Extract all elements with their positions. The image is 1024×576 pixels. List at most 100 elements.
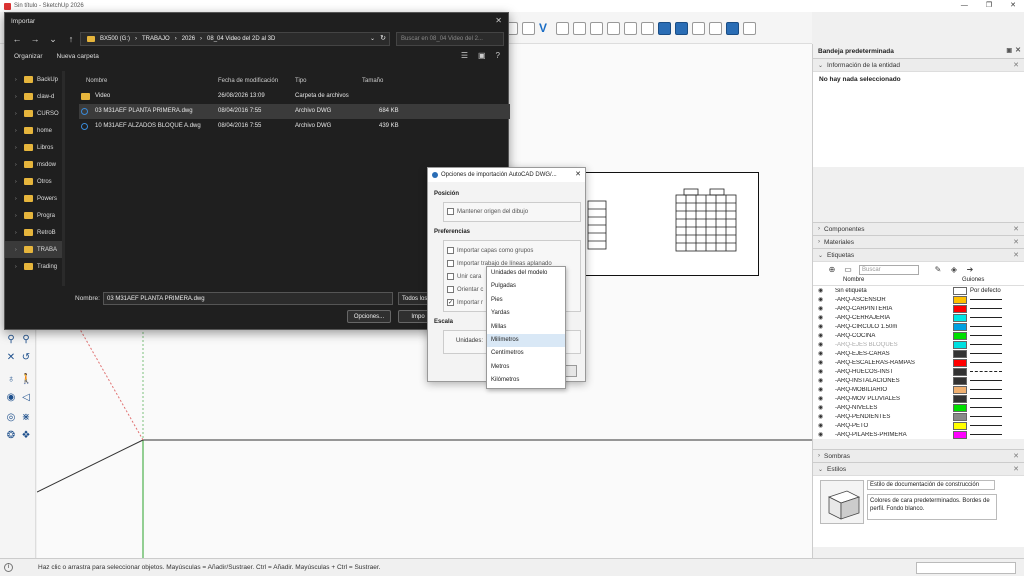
- add-folder-icon[interactable]: ▭: [843, 265, 853, 274]
- eye-icon[interactable]: ◉: [818, 287, 826, 294]
- imported-drawing[interactable]: [585, 172, 759, 276]
- organize-button[interactable]: Organizar: [14, 53, 43, 60]
- shaded-icon[interactable]: [726, 22, 739, 35]
- view-left-icon[interactable]: [675, 22, 688, 35]
- address-bar[interactable]: BX500 (G:) › TRABAJO › 2026 › 08_04 Vide…: [80, 32, 390, 46]
- tag-color-swatch[interactable]: [953, 304, 967, 313]
- eye-icon[interactable]: ◉: [818, 422, 826, 429]
- file-row[interactable]: 03 M31AEF PLANTA PRIMERA.dwg 08/04/2016 7…: [79, 104, 510, 119]
- eye-icon[interactable]: ◉: [818, 377, 826, 384]
- pin-icon[interactable]: ▣: [1006, 47, 1012, 54]
- zoom-icon[interactable]: ⚲: [5, 334, 17, 346]
- panel-components[interactable]: › Componentes ✕: [813, 222, 1024, 235]
- nav-item[interactable]: › home: [5, 122, 63, 139]
- crumb-3[interactable]: 08_04 Video del 2D al 3D: [207, 36, 275, 42]
- tag-row[interactable]: ◉ -ARQ-MOBILIARIO: [813, 385, 1024, 394]
- checkbox[interactable]: [447, 273, 454, 280]
- units-option[interactable]: Yardas: [487, 307, 565, 320]
- checkbox[interactable]: [447, 286, 454, 293]
- nav-item[interactable]: › Libros: [5, 139, 63, 156]
- eye-icon[interactable]: ◉: [818, 332, 826, 339]
- units-option[interactable]: Unidades del modelo: [487, 267, 565, 280]
- tag-row[interactable]: ◉ -ARQ-CIRCULO 1.50m: [813, 322, 1024, 331]
- tag-color-swatch[interactable]: [953, 403, 967, 412]
- eye-icon[interactable]: ◉: [818, 305, 826, 312]
- tag-dash-pattern[interactable]: [970, 407, 1002, 408]
- units-dropdown[interactable]: Unidades del modelo Pulgadas Pies Yardas Mil…: [486, 266, 566, 389]
- measurements-box[interactable]: [916, 562, 1016, 574]
- style-description[interactable]: Colores de cara predeterminados. Bordes …: [867, 494, 997, 520]
- eye-icon[interactable]: ◉: [818, 359, 826, 366]
- close-icon[interactable]: ✕: [495, 16, 502, 25]
- panel-close-icon[interactable]: ✕: [1013, 452, 1019, 460]
- style-name[interactable]: Estilo de documentación de construcción: [867, 480, 995, 490]
- tag-dash-pattern[interactable]: [970, 326, 1002, 327]
- chevron-right-icon[interactable]: ›: [15, 213, 20, 219]
- tag-row[interactable]: ◉ -ARQ-EJES-CARAS: [813, 349, 1024, 358]
- color-by-tag-icon[interactable]: ◈: [949, 265, 959, 274]
- chevron-right-icon[interactable]: ›: [15, 111, 20, 117]
- tag-color-swatch[interactable]: [953, 376, 967, 385]
- tag-dash-pattern[interactable]: [970, 380, 1002, 381]
- eye-icon[interactable]: ◉: [818, 413, 826, 420]
- zoom-extents-icon[interactable]: ✕: [5, 352, 17, 364]
- checkbox[interactable]: [447, 247, 454, 254]
- tag-row[interactable]: ◉ -ARQ-HUECOS-INST: [813, 367, 1024, 376]
- checkbox[interactable]: [447, 208, 454, 215]
- units-option[interactable]: Pies: [487, 294, 565, 307]
- panel-close-icon[interactable]: ✕: [1013, 465, 1019, 473]
- panel-close-icon[interactable]: ✕: [1013, 251, 1019, 259]
- col-modified[interactable]: Fecha de modificación: [218, 78, 278, 84]
- nav-item[interactable]: › Otros: [5, 173, 63, 190]
- chevron-right-icon[interactable]: ›: [15, 196, 20, 202]
- tag-color-swatch[interactable]: [953, 358, 967, 367]
- units-option[interactable]: Kilómetros: [487, 374, 565, 387]
- tag-color-swatch[interactable]: [953, 430, 967, 439]
- pref-checkbox[interactable]: Unir cara: [447, 273, 481, 280]
- eye-icon[interactable]: ◉: [818, 323, 826, 330]
- eyedropper-icon[interactable]: ✎: [933, 265, 943, 274]
- wireframe-icon[interactable]: [709, 22, 722, 35]
- col-name[interactable]: Nombre: [86, 78, 107, 84]
- units-option[interactable]: Pulgadas: [487, 280, 565, 293]
- chevron-down-icon[interactable]: ⌄: [47, 34, 59, 45]
- tag-color-swatch[interactable]: [953, 394, 967, 403]
- tag-dash-pattern[interactable]: [970, 344, 1002, 345]
- tag-row[interactable]: ◉ -ARQ-PILARES-PRIMERA: [813, 430, 1024, 439]
- keep-origin-checkbox[interactable]: Mantener origen del dibujo: [447, 208, 528, 215]
- preview-pane-icon[interactable]: ▣: [478, 51, 486, 60]
- tag-row[interactable]: ◉ -ARQ-CARPINTERIA: [813, 304, 1024, 313]
- tag-color-swatch[interactable]: [953, 367, 967, 376]
- view-top-icon[interactable]: [607, 22, 620, 35]
- tag-color-swatch[interactable]: [953, 295, 967, 304]
- file-row[interactable]: 10 M31AEF ALZADOS BLOQUE A.dwg 08/04/2016…: [79, 119, 510, 134]
- view-front-icon[interactable]: [624, 22, 637, 35]
- options-button[interactable]: Opciones...: [347, 310, 391, 323]
- chevron-right-icon[interactable]: ›: [15, 247, 20, 253]
- section-plane-icon[interactable]: ◁: [20, 392, 32, 404]
- checkbox[interactable]: [447, 260, 454, 267]
- tag-row[interactable]: ◉ -ARQ-PETO: [813, 421, 1024, 430]
- tag-color-swatch[interactable]: [953, 331, 967, 340]
- nav-item[interactable]: › TRABA: [5, 241, 63, 258]
- units-option[interactable]: Centímetros: [487, 347, 565, 360]
- crumb-0[interactable]: BX500 (G:): [100, 36, 130, 42]
- view-iso-icon[interactable]: [590, 22, 603, 35]
- tray-close-icon[interactable]: ✕: [1015, 46, 1021, 54]
- chevron-right-icon[interactable]: ›: [15, 230, 20, 236]
- look-around-icon[interactable]: ◉: [5, 392, 17, 404]
- panel-close-icon[interactable]: ✕: [1013, 238, 1019, 246]
- position-camera-icon[interactable]: ♁: [5, 374, 17, 386]
- chevron-right-icon[interactable]: ›: [15, 77, 20, 83]
- nav-item[interactable]: › Progra: [5, 207, 63, 224]
- add-tag-icon[interactable]: ⊕: [827, 265, 837, 274]
- panel-shadows[interactable]: › Sombras ✕: [813, 449, 1024, 462]
- tag-color-swatch[interactable]: [953, 349, 967, 358]
- checkbox[interactable]: ✓: [447, 299, 454, 306]
- tag-dash-pattern[interactable]: [970, 434, 1002, 435]
- extension-icon[interactable]: ❂: [5, 430, 17, 442]
- eye-icon[interactable]: ◉: [818, 395, 826, 402]
- minimize-icon[interactable]: —: [961, 0, 968, 12]
- tag-row[interactable]: ◉ -ARQ-MOV PLUVIALES: [813, 394, 1024, 403]
- tag-dash-pattern[interactable]: [970, 362, 1002, 363]
